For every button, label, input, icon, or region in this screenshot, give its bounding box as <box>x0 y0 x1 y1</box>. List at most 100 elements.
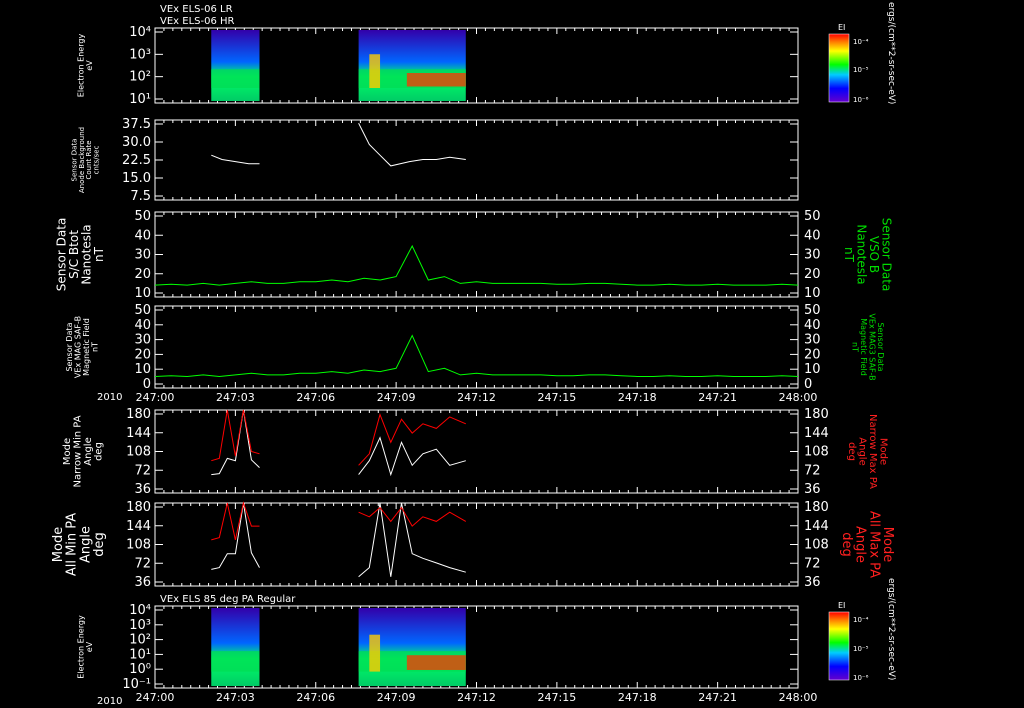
colorbar-top: EI 10⁻⁴ 10⁻⁵ 10⁻⁶ ergs/(cm**2-sr-sec-eV) <box>828 2 896 104</box>
colorbar-bottom-label: EI <box>838 601 845 610</box>
spectrogram-hot-band <box>406 655 466 670</box>
colorbar-bottom-tick-0: 10⁻⁴ <box>853 616 869 624</box>
panel-frame-3 <box>154 305 799 389</box>
spectrogram-block <box>211 608 260 686</box>
y-axis-label-2: Sensor DataS/C BtotNanoteslanT <box>54 218 106 292</box>
y-tick-label-2: 30 <box>134 248 151 263</box>
y-tick-label-3: 20 <box>134 347 151 362</box>
colorbar-top-scale <box>828 33 850 103</box>
y-axis-label-line: deg <box>92 532 107 557</box>
y-axis-label-line: Narrow Max PA <box>867 414 878 489</box>
x-tick-label: 247:09 <box>377 691 416 704</box>
y-tick-label-4: 72 <box>134 463 151 478</box>
y-axis-label-0: Electron Energy eV <box>77 34 94 98</box>
pa-series-5-0 <box>211 502 466 578</box>
y-tick-label-0: 10⁴ <box>129 25 151 40</box>
pa-series-5-1 <box>211 501 467 541</box>
y-tick-label-right-2: 20 <box>804 267 821 282</box>
spectrogram-block <box>211 30 260 101</box>
colorbar-top-tick-0: 10⁻⁴ <box>853 38 869 46</box>
y-axis-label-line: nT <box>842 247 856 263</box>
y-tick-label-6: 10⁴ <box>129 603 151 618</box>
y-tick-label-right-2: 40 <box>804 228 821 243</box>
colorbar-top-tick-1: 10⁻⁵ <box>853 66 869 74</box>
y-axis-label-line: cnts/sec <box>92 145 100 174</box>
y-axis-label-5: ModeAll Max PAAngledeg <box>839 511 895 578</box>
x-tick-label: 247:15 <box>538 391 577 404</box>
anode-series-1 <box>358 122 466 167</box>
y-tick-label-right-4: 72 <box>804 463 821 478</box>
spectrogram-hot-spot <box>369 54 381 88</box>
y-axis-label-line: Angle <box>83 437 94 465</box>
y-tick-label-1: 37.5 <box>122 117 151 132</box>
y-tick-label-right-5: 36 <box>804 575 821 590</box>
y-axis-label-line: Angle <box>856 437 867 465</box>
x-tick-label: 247:15 <box>538 691 577 704</box>
y-axis-label-2: Sensor DataVSO BNanoteslanT <box>842 218 894 292</box>
y-tick-label-right-2: 10 <box>804 286 821 301</box>
y-tick-label-right-3: 50 <box>804 303 821 318</box>
colorbar-bottom-scale <box>828 611 850 681</box>
y-tick-label-0: 10³ <box>129 47 151 62</box>
y-tick-label-3: 40 <box>134 318 151 333</box>
spectrogram-hot-band <box>406 73 466 87</box>
y-tick-label-1: 15.0 <box>122 171 151 186</box>
y-tick-label-right-3: 30 <box>804 333 821 348</box>
y-axis-label-3: Sensor DataVEx MAG3 SAF-BMagnetic Fieldn… <box>851 313 885 380</box>
colorbar-bottom-unit: ergs/(cm**2-sr-sec-eV) <box>886 578 896 680</box>
y-tick-label-5: 72 <box>134 556 151 571</box>
y-axis-label-4: ModeNarrow Max PAAngledeg <box>846 414 889 489</box>
x-tick-label: 248:00 <box>779 391 818 404</box>
y-tick-label-5: 144 <box>126 519 151 534</box>
y-tick-label-5: 180 <box>126 500 151 515</box>
bfield-trace-3 <box>154 334 799 378</box>
x-tick-label: 247:03 <box>216 691 255 704</box>
y-tick-label-6: 10² <box>129 633 151 648</box>
y-tick-label-2: 10 <box>134 286 151 301</box>
colorbar-top-unit: ergs/(cm**2-sr-sec-eV) <box>886 2 896 104</box>
pa-series-4-1 <box>211 409 466 466</box>
y-axis-label-line: eV <box>85 641 94 652</box>
y-axis-label-line: Mode <box>62 438 73 465</box>
colorbar-bottom-tick-2: 10⁻⁶ <box>853 674 869 682</box>
y-tick-label-right-5: 108 <box>804 538 829 553</box>
plot-canvas: VEx ELS-06 LR VEx ELS-06 HR VEx ELS 85 d… <box>51 2 896 707</box>
colorbar-bottom-tick-1: 10⁻⁵ <box>853 645 869 653</box>
x-tick-label: 247:18 <box>618 391 657 404</box>
y-tick-label-right-4: 144 <box>804 426 829 441</box>
anode-series-0 <box>211 154 260 165</box>
y-tick-label-4: 144 <box>126 426 151 441</box>
colorbar-top-label: EI <box>838 23 845 32</box>
y-axis-label-line: deg <box>93 442 104 461</box>
y-tick-label-3: 50 <box>134 303 151 318</box>
x-tick-label: 247:18 <box>618 691 657 704</box>
y-tick-label-2: 20 <box>134 267 151 282</box>
y-axis-label-line: Mode <box>877 438 888 465</box>
header-line-1: VEx ELS-06 LR <box>160 4 233 15</box>
y-tick-label-right-5: 144 <box>804 519 829 534</box>
y-tick-label-right-2: 30 <box>804 248 821 263</box>
y-axis-label-5: ModeAll Min PAAngledeg <box>51 513 107 576</box>
bottom-panel-title: VEx ELS 85 deg PA Regular <box>160 594 296 605</box>
y-tick-label-right-3: 0 <box>804 377 812 392</box>
y-tick-label-1: 22.5 <box>122 153 151 168</box>
y-tick-label-4: 180 <box>126 407 151 422</box>
y-tick-label-right-2: 50 <box>804 209 821 224</box>
y-tick-label-right-4: 36 <box>804 482 821 497</box>
y-tick-label-2: 40 <box>134 228 151 243</box>
x-tick-label: 248:00 <box>779 691 818 704</box>
spectrogram-band <box>211 651 260 672</box>
bfield-trace-2 <box>154 244 799 286</box>
spectrogram-hot-spot <box>369 634 381 672</box>
x-tick-label: 247:21 <box>698 691 737 704</box>
spectrogram-band <box>211 69 260 88</box>
x-tick-label: 247:06 <box>296 691 335 704</box>
x-tick-label: 247:06 <box>296 391 335 404</box>
y-axis-label-6: Electron Energy eV <box>77 615 94 679</box>
year-label-2: 2010 <box>97 696 122 707</box>
y-axis-label-3: Sensor Data VEx MAG SAF-B Magnetic Field nT <box>65 316 99 378</box>
x-tick-label: 247:00 <box>136 391 175 404</box>
y-tick-label-right-3: 10 <box>804 362 821 377</box>
y-axis-label-line: nT <box>90 342 99 352</box>
y-tick-label-6: 10⁰ <box>129 662 151 677</box>
